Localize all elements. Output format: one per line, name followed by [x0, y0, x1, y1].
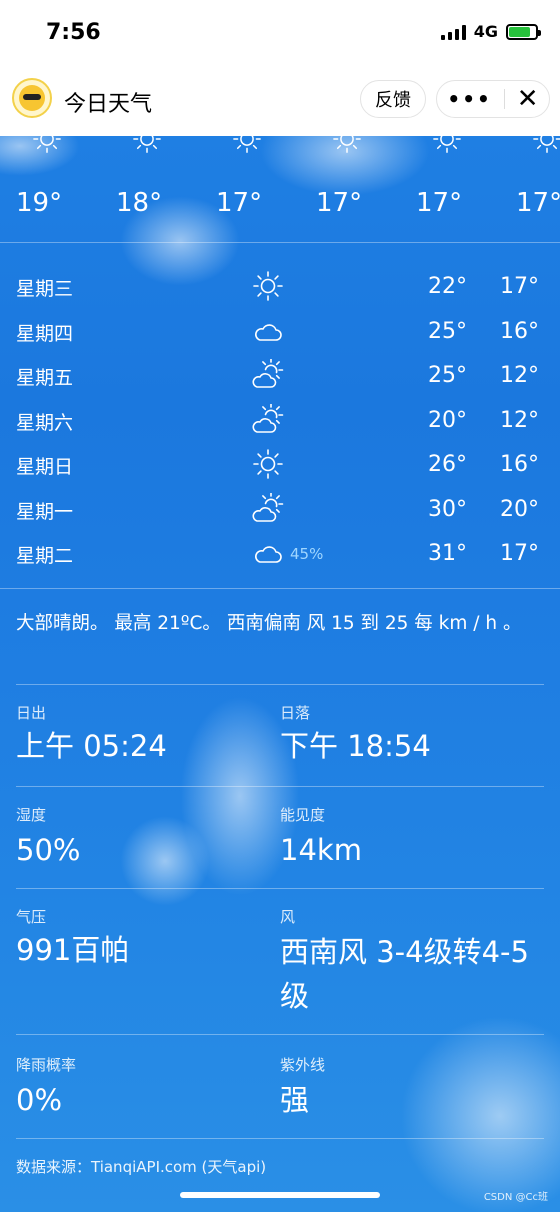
sun-icon: [252, 270, 284, 302]
cloud-icon: [252, 537, 284, 569]
more-button[interactable]: •••: [447, 87, 491, 111]
wind-label: 风: [280, 908, 296, 926]
close-button[interactable]: ✕: [517, 84, 539, 114]
divider: [16, 1034, 544, 1035]
status-indicators: 4G: [440, 22, 541, 41]
day-name: 星期日: [16, 456, 74, 478]
hourly-temp: 17°: [516, 188, 560, 218]
app-avatar: [12, 78, 52, 118]
high-temp: 31°: [428, 541, 467, 566]
daily-row: 星期一 30° 20°: [0, 491, 560, 537]
capsule-divider: [503, 89, 505, 109]
precip-chance: 45%: [290, 545, 324, 563]
sunset-label: 日落: [280, 704, 311, 722]
battery-icon: [506, 23, 541, 40]
pressure-label: 气压: [16, 908, 47, 926]
low-temp: 16°: [500, 452, 539, 477]
day-name: 星期一: [16, 500, 74, 523]
sun-icon: [532, 136, 560, 154]
rain-label: 降雨概率: [16, 1056, 77, 1074]
uv-label: 紫外线: [280, 1056, 326, 1074]
hourly-temp: 18°: [116, 188, 163, 218]
hourly-forecast[interactable]: 19° 18° 17° 17° 17° 17°: [0, 136, 560, 242]
visibility-value: 14km: [280, 833, 362, 867]
menu-capsule: ••• ✕: [436, 80, 550, 118]
status-time: 7:56: [46, 20, 101, 45]
high-temp: 22°: [428, 274, 467, 299]
weather-content[interactable]: 19° 18° 17° 17° 17° 17° 星期三 22° 17° 星期四 2…: [0, 136, 560, 1212]
sunrise-value: 上午 05:24: [16, 729, 167, 763]
humidity-value: 50%: [16, 833, 81, 867]
wind-value: 西南风 3-4级转4-5级: [280, 935, 529, 1013]
home-indicator[interactable]: [180, 1192, 380, 1198]
divider: [0, 242, 560, 243]
cloud-icon: [252, 315, 284, 347]
sun-icon: [32, 136, 62, 154]
nav-bar: 今日天气 反馈 ••• ✕: [0, 64, 560, 136]
low-temp: 17°: [500, 541, 539, 566]
divider: [16, 684, 544, 685]
status-bar: 7:56 4G: [0, 0, 560, 64]
weather-summary: 大部晴朗。 最高 21ºC。 西南偏南 风 15 到 25 每 km / h 。: [16, 613, 522, 634]
sunset-value: 下午 18:54: [280, 729, 431, 763]
hourly-temp: 17°: [416, 188, 463, 218]
high-temp: 25°: [428, 363, 467, 388]
daily-row: 星期六 20° 12°: [0, 402, 560, 448]
daily-row: 星期二 45% 31° 17°: [0, 537, 560, 581]
sun-icon: [252, 448, 284, 480]
signal-icon: [440, 24, 466, 40]
uv-value: 强: [280, 1083, 310, 1117]
daily-row: 星期四 25° 16°: [0, 315, 560, 359]
low-temp: 12°: [500, 407, 539, 433]
sun-icon: [232, 136, 262, 154]
sun-icon: [332, 136, 362, 154]
high-temp: 20°: [428, 407, 467, 433]
high-temp: 26°: [428, 452, 467, 477]
watermark: CSDN @Cc班: [483, 1192, 548, 1203]
divider: [16, 786, 544, 787]
rain-value: 0%: [16, 1083, 63, 1117]
day-name: 星期三: [16, 278, 74, 300]
visibility-label: 能见度: [280, 806, 326, 824]
low-temp: 17°: [500, 274, 539, 299]
page-title: 今日天气: [64, 92, 153, 117]
low-temp: 16°: [500, 318, 539, 344]
day-name: 星期二: [16, 545, 74, 567]
divider: [16, 888, 544, 889]
day-name: 星期五: [16, 367, 74, 389]
partly-cloudy-icon: [252, 357, 284, 391]
day-name: 星期四: [16, 322, 74, 345]
divider: [0, 588, 560, 589]
sunrise-label: 日出: [16, 704, 47, 722]
daily-row: 星期五 25° 12°: [0, 357, 560, 403]
high-temp: 30°: [428, 496, 467, 522]
pressure-value: 991百帕: [16, 933, 130, 967]
sun-icon: [432, 136, 462, 154]
sun-icon: [132, 136, 162, 154]
divider: [16, 1138, 544, 1139]
high-temp: 25°: [428, 318, 467, 344]
hourly-temp: 19°: [16, 188, 63, 218]
partly-cloudy-icon: [252, 402, 284, 436]
data-source[interactable]: 数据来源：TianqiAPI.com (天气api): [16, 1156, 266, 1177]
hourly-temp: 17°: [216, 188, 263, 218]
low-temp: 20°: [500, 496, 539, 522]
low-temp: 12°: [500, 363, 539, 388]
day-name: 星期六: [16, 411, 74, 434]
humidity-label: 湿度: [16, 806, 47, 824]
partly-cloudy-icon: [252, 491, 284, 525]
daily-row: 星期日 26° 16°: [0, 448, 560, 492]
feedback-button[interactable]: 反馈: [360, 80, 426, 118]
daily-row: 星期三 22° 17°: [0, 270, 560, 314]
hourly-temp: 17°: [316, 188, 363, 218]
network-type: 4G: [473, 22, 498, 41]
